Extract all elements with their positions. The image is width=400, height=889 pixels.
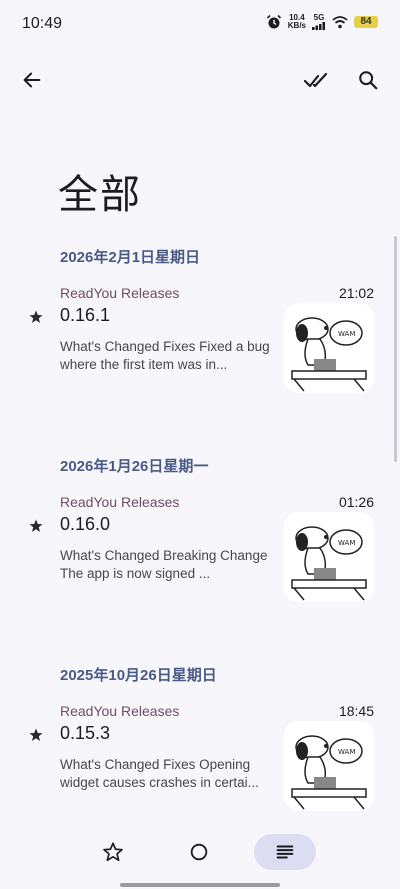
star-icon bbox=[29, 310, 43, 323]
svg-text:WAM: WAM bbox=[338, 748, 355, 756]
back-arrow-icon bbox=[23, 72, 41, 88]
signal-icon bbox=[312, 22, 325, 30]
back-button[interactable] bbox=[12, 60, 52, 100]
scrollbar[interactable] bbox=[394, 236, 397, 462]
svg-text:WAM: WAM bbox=[338, 330, 355, 338]
article-thumbnail: WAM bbox=[284, 512, 374, 602]
article-time: 18:45 bbox=[338, 703, 374, 719]
mark-all-read-button[interactable] bbox=[296, 60, 336, 100]
date-header: 2026年2月1日星期日 bbox=[60, 249, 201, 266]
article-item[interactable]: ReadYou Releases 01:26 0.16.0 What's Cha… bbox=[20, 494, 380, 624]
status-bar: 10:49 10.4 KB/s 5G 84 bbox=[0, 0, 400, 48]
article-description: What's Changed Fixes Opening widget caus… bbox=[60, 757, 259, 790]
mark-all-read-icon bbox=[303, 72, 328, 88]
status-time: 10:49 bbox=[22, 15, 63, 32]
search-icon bbox=[359, 71, 378, 90]
article-description: What's Changed Breaking Change The app i… bbox=[60, 548, 268, 581]
article-time: 21:02 bbox=[338, 285, 374, 301]
article-description: What's Changed Fixes Fixed a bug where t… bbox=[60, 339, 270, 372]
network-type: 5G bbox=[313, 13, 325, 22]
unread-icon bbox=[190, 843, 208, 861]
feed-name: ReadYou Releases bbox=[60, 285, 180, 301]
bottom-navigation bbox=[0, 828, 400, 880]
date-header: 2025年10月26日星期日 bbox=[60, 667, 217, 684]
article-item[interactable]: ReadYou Releases 18:45 0.15.3 What's Cha… bbox=[20, 703, 380, 833]
article-title: 0.15.3 bbox=[60, 723, 111, 743]
feed-name: ReadYou Releases bbox=[60, 494, 180, 510]
article-thumbnail: WAM bbox=[284, 303, 374, 393]
nav-unread[interactable] bbox=[168, 834, 230, 870]
net-speed: 10.4 KB/s bbox=[288, 14, 306, 30]
article-item[interactable]: ReadYou Releases 21:02 0.16.1 What's Cha… bbox=[20, 285, 380, 415]
battery-indicator: 84 bbox=[354, 16, 378, 28]
snoopy-typewriter-image: WAM bbox=[291, 526, 367, 601]
svg-text:WAM: WAM bbox=[338, 539, 355, 547]
feed-name: ReadYou Releases bbox=[60, 703, 180, 719]
page-title: 全部 bbox=[58, 173, 142, 217]
search-button[interactable] bbox=[348, 60, 388, 100]
status-icons: 10.4 KB/s 5G 84 bbox=[266, 14, 378, 30]
nav-all[interactable] bbox=[254, 834, 316, 870]
star-icon bbox=[29, 728, 43, 741]
article-title: 0.16.1 bbox=[60, 305, 111, 325]
snoopy-typewriter-image: WAM bbox=[291, 735, 367, 810]
star-icon bbox=[29, 519, 43, 532]
net-speed-unit: KB/s bbox=[287, 21, 306, 30]
date-header: 2026年1月26日星期一 bbox=[60, 458, 209, 475]
nav-starred[interactable] bbox=[82, 834, 144, 870]
snoopy-typewriter-image: WAM bbox=[291, 317, 367, 392]
wifi-icon bbox=[332, 16, 348, 29]
all-icon bbox=[276, 845, 294, 859]
starred-icon bbox=[103, 842, 123, 862]
article-time: 01:26 bbox=[338, 494, 374, 510]
signal-group: 5G bbox=[312, 14, 326, 30]
article-thumbnail: WAM bbox=[284, 721, 374, 811]
top-app-bar bbox=[0, 56, 400, 104]
article-title: 0.16.0 bbox=[60, 514, 111, 534]
home-indicator[interactable] bbox=[120, 883, 280, 887]
alarm-icon bbox=[266, 14, 281, 29]
